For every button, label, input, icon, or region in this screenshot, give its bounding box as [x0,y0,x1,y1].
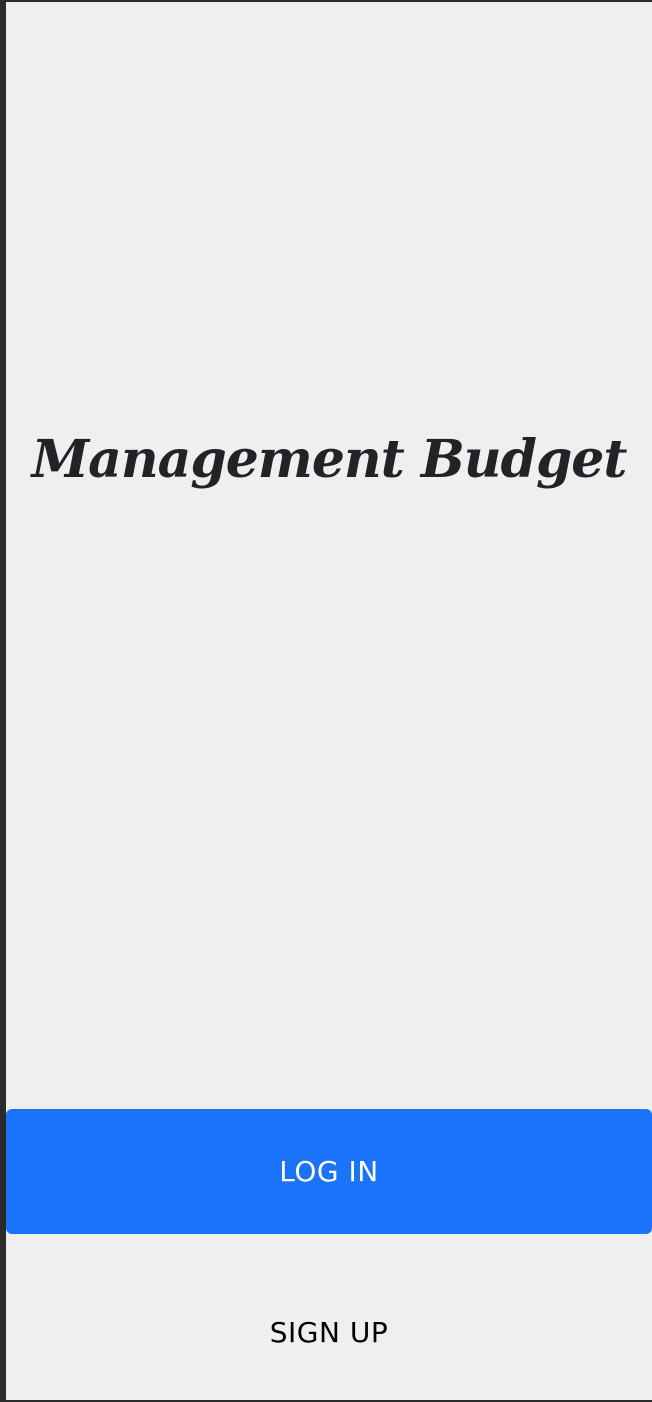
login-button[interactable]: LOG IN [6,1109,652,1234]
welcome-screen: Management Budget LOG IN SIGN UP [6,2,652,1400]
app-title: Management Budget [31,429,628,490]
signup-button[interactable]: SIGN UP [6,1292,652,1372]
